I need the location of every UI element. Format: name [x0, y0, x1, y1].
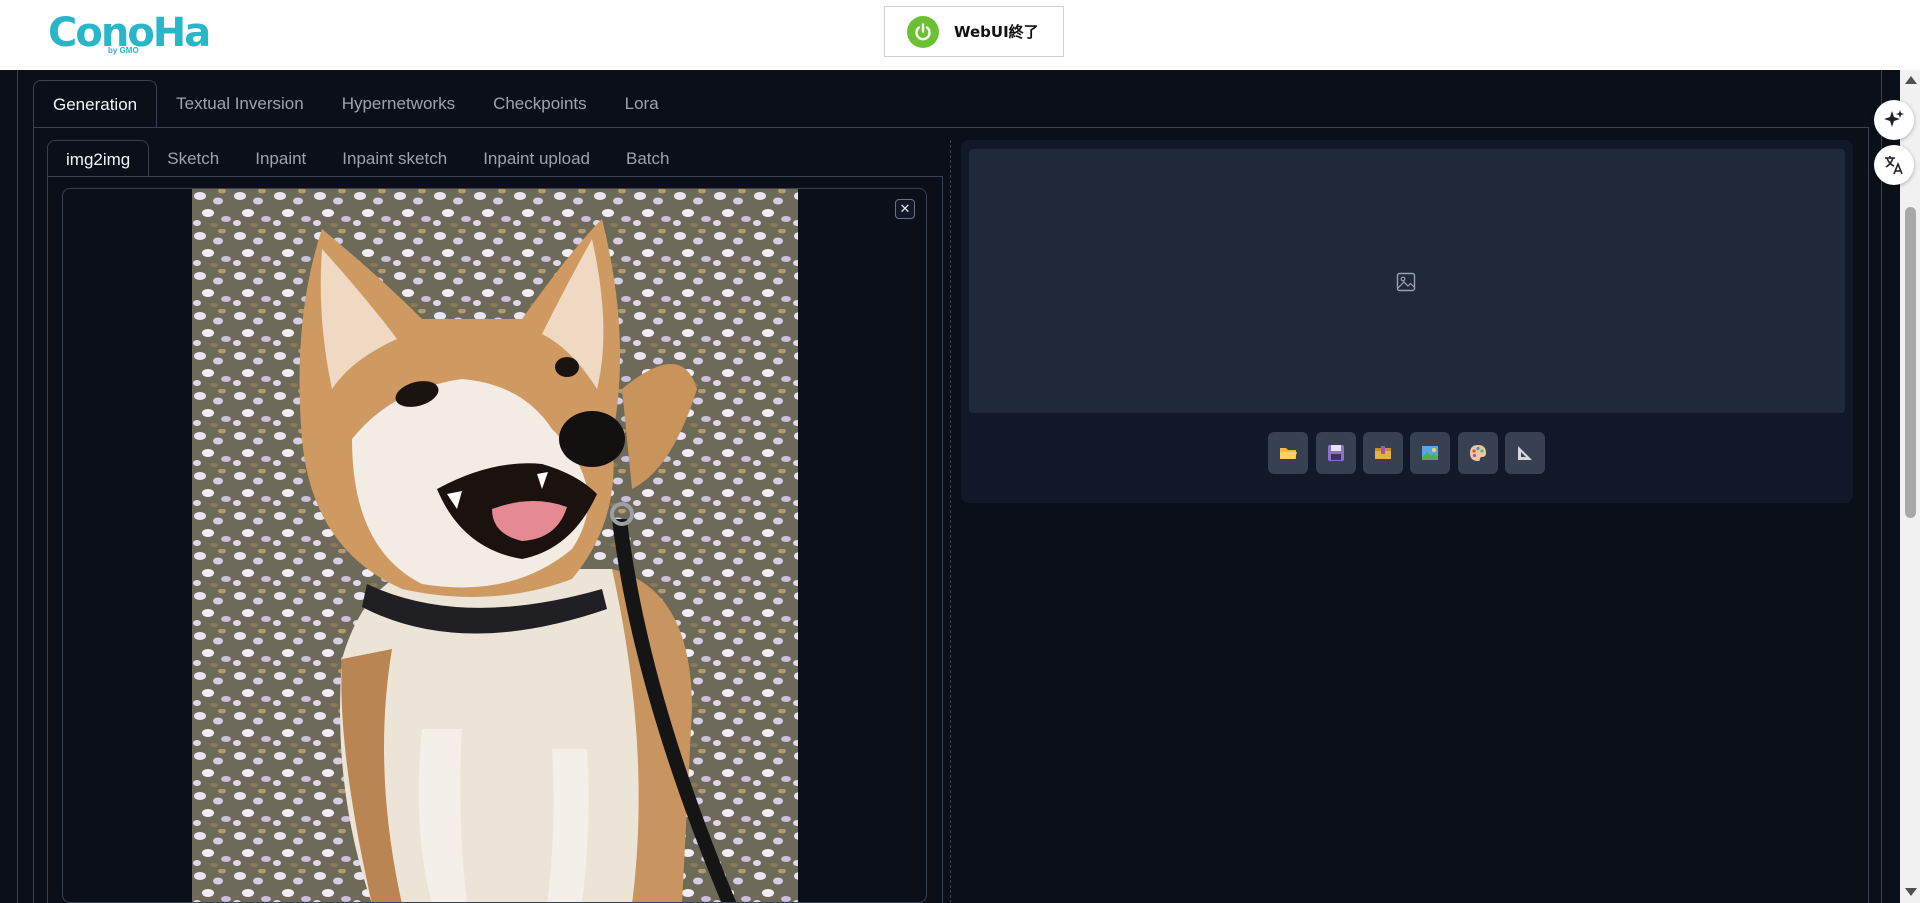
tab-img2img[interactable]: img2img: [47, 140, 150, 177]
tab-generation[interactable]: Generation: [33, 80, 158, 128]
scroll-up-arrow-icon[interactable]: [1905, 76, 1917, 84]
send-to-img2img-button[interactable]: [1410, 432, 1450, 474]
power-icon: [907, 15, 939, 48]
tab-textual-inversion[interactable]: Textual Inversion: [157, 80, 323, 128]
tab-inpaint[interactable]: Inpaint: [237, 140, 324, 177]
tab-batch[interactable]: Batch: [608, 140, 687, 177]
input-image-shiba: [192, 189, 798, 902]
tab-inpaint-upload[interactable]: Inpaint upload: [465, 140, 608, 177]
send-to-extras-button[interactable]: [1505, 432, 1545, 474]
translate-button[interactable]: [1874, 145, 1914, 185]
tab-inpaint-sketch[interactable]: Inpaint sketch: [324, 140, 465, 177]
open-folder-button[interactable]: [1268, 432, 1308, 474]
clear-image-button[interactable]: ✕: [895, 199, 915, 219]
image-placeholder-icon: [1396, 272, 1416, 292]
tab-sketch[interactable]: Sketch: [149, 140, 237, 177]
scroll-down-arrow-icon[interactable]: [1905, 888, 1917, 896]
zip-icon: [1375, 446, 1391, 459]
column-divider: [950, 140, 951, 903]
sub-tabs-divider: [47, 176, 943, 177]
translate-icon: [1885, 156, 1903, 175]
tab-checkpoints[interactable]: Checkpoints: [474, 80, 606, 128]
webui-stop-button[interactable]: WebUI終了: [884, 6, 1064, 57]
send-to-extras-icon: [1518, 446, 1532, 460]
sparkle-icon: [1884, 110, 1904, 127]
send-to-inpaint-button[interactable]: [1458, 432, 1498, 474]
tab-hypernetworks[interactable]: Hypernetworks: [323, 80, 474, 128]
main-tabs: Generation Textual Inversion Hypernetwor…: [33, 80, 678, 128]
img2img-mode-tabs: img2img Sketch Inpaint Inpaint sketch In…: [47, 140, 688, 177]
input-image-area[interactable]: [62, 188, 927, 903]
ai-assistant-button[interactable]: [1874, 100, 1914, 140]
zip-button[interactable]: [1363, 432, 1403, 474]
send-to-inpaint-icon: [1470, 445, 1486, 461]
save-icon: [1328, 445, 1344, 461]
send-to-img2img-icon: [1422, 446, 1438, 460]
scrollbar-thumb[interactable]: [1905, 207, 1916, 518]
webui-stop-label: WebUI終了: [954, 23, 1039, 41]
save-button[interactable]: [1316, 432, 1356, 474]
logo-subtext: by GMO: [108, 46, 139, 55]
main-tabs-divider: [33, 127, 1869, 128]
open-folder-icon: [1280, 448, 1297, 459]
tab-lora[interactable]: Lora: [606, 80, 678, 128]
conoha-logo: ConoHa by GMO: [48, 10, 211, 56]
top-bar: ConoHa by GMO WebUI終了: [0, 0, 1920, 70]
